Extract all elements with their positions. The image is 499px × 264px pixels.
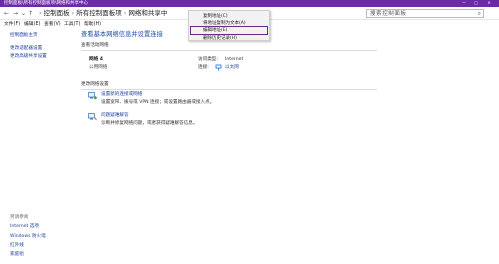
access-type-label: 访问类型:	[198, 57, 218, 62]
sidebar: 控制面板主页 更改适配器设置 更改高级共享设置 另请参阅 Internet 选项…	[0, 29, 75, 264]
context-menu-highlight	[190, 26, 268, 35]
search-icon[interactable]: ⌕	[478, 10, 481, 17]
context-menu-copy-address[interactable]: 复制地址(C)	[203, 14, 228, 19]
ethernet-icon	[215, 64, 222, 71]
recent-locations-icon[interactable]: ⌄	[21, 10, 26, 17]
active-networks-heading: 查看活动网络	[81, 43, 109, 48]
troubleshoot-icon	[88, 113, 97, 121]
page-title: 查看基本网络信息并设置连接	[81, 31, 163, 38]
menu-tools[interactable]: 工具(T)	[64, 22, 80, 28]
up-arrow-icon[interactable]: ↑	[28, 10, 33, 17]
sidebar-item-infrared[interactable]: 红外线	[10, 243, 24, 249]
forward-arrow-icon[interactable]: →	[13, 10, 18, 17]
sidebar-item-control-panel-home[interactable]: 控制面板主页	[10, 33, 38, 39]
close-button[interactable]: ✕	[487, 1, 491, 5]
sidebar-item-advanced-sharing[interactable]: 更改高级共享设置	[10, 54, 47, 60]
minimize-button[interactable]: —	[462, 1, 466, 5]
search-placeholder: 搜索控制面板	[370, 11, 407, 17]
connection-ethernet-link[interactable]: 以太网	[225, 65, 239, 71]
divider	[81, 50, 377, 51]
context-menu-delete-history[interactable]: 删除历史记录(H)	[203, 36, 237, 41]
sidebar-item-adapter-settings[interactable]: 更改适配器设置	[10, 46, 42, 52]
back-arrow-icon[interactable]: ←	[4, 10, 9, 17]
menu-view[interactable]: 查看(V)	[44, 22, 61, 28]
window-title: 控制面板\所有控制面板项\网络和共享中心	[4, 1, 89, 6]
divider	[81, 89, 377, 90]
menu-help[interactable]: 帮助(H)	[84, 22, 101, 28]
access-type-value: Internet	[225, 57, 244, 62]
see-also-header: 另请参阅	[10, 215, 29, 220]
address-context-menu: 复制地址(C) 将地址复制为文本(A) 编辑地址(E) 删除历史记录(H)	[188, 10, 270, 41]
menu-file[interactable]: 文件(F)	[4, 22, 20, 28]
main-content: 查看基本网络信息并设置连接 查看活动网络 网络 4 公用网络 访问类型: Int…	[80, 29, 499, 264]
change-settings-heading: 更改网络设置	[81, 82, 109, 87]
window-titlebar: 控制面板\所有控制面板项\网络和共享中心 — □ ✕	[0, 0, 499, 7]
new-connection-icon	[88, 92, 97, 100]
menu-edit[interactable]: 编辑(E)	[24, 22, 40, 28]
search-input[interactable]: 搜索控制面板 ⌕	[366, 9, 484, 18]
sidebar-item-internet-options[interactable]: Internet 选项	[10, 224, 39, 230]
network-type[interactable]: 公用网络	[89, 65, 107, 71]
maximize-button[interactable]: □	[474, 1, 478, 5]
connections-label: 连接:	[198, 65, 209, 70]
troubleshoot-link[interactable]: 问题疑难解答	[101, 113, 129, 119]
breadcrumb[interactable]: › 控制面板 › 所有控制面板项 › 网络和共享中	[37, 10, 167, 17]
breadcrumb-item[interactable]: 所有控制面板项	[76, 9, 122, 17]
troubleshoot-description: 诊断并修复网络问题，或者获得疑难解答信息。	[101, 121, 198, 126]
sidebar-item-windows-firewall[interactable]: Windows 防火墙	[10, 234, 46, 240]
network-name: 网络 4	[89, 57, 103, 62]
setup-connection-description: 设置宽带、拨号或 VPN 连接；或设置路由器或接入点。	[101, 100, 215, 105]
sidebar-item-homegroup[interactable]: 家庭组	[10, 252, 24, 258]
breadcrumb-item[interactable]: 控制面板	[44, 9, 70, 17]
breadcrumb-item[interactable]: 网络和共享中	[128, 9, 167, 17]
context-menu-edit-address[interactable]: 编辑地址(E)	[203, 28, 227, 33]
setup-connection-link[interactable]: 设置新的连接或网络	[101, 92, 142, 98]
